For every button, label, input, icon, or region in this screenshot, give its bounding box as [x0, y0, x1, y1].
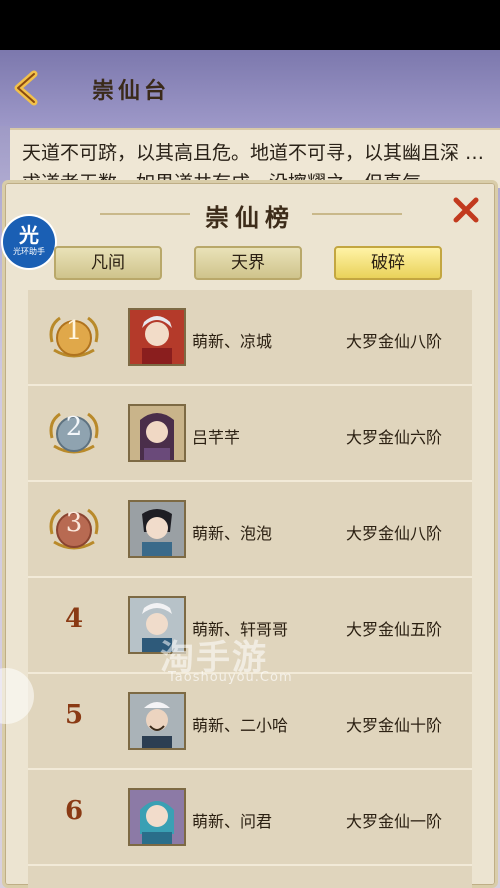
character-portrait-icon: [130, 406, 184, 460]
status-bar-area: [0, 0, 500, 50]
avatar: [128, 692, 186, 750]
character-portrait-icon: [130, 502, 184, 556]
player-level: 大罗金仙八阶: [346, 524, 443, 543]
character-portrait-icon: [130, 310, 184, 364]
tab-tianjie[interactable]: 天界: [194, 246, 302, 280]
rank-number: 3: [65, 508, 83, 538]
scene-title: 崇仙台: [92, 78, 171, 104]
player-level: 大罗金仙六阶: [346, 428, 443, 447]
avatar: [128, 308, 186, 366]
player-name: 吕芊芊: [192, 428, 241, 447]
player-level: 大罗金仙五阶: [346, 620, 443, 639]
tab-posui[interactable]: 破碎: [334, 246, 442, 280]
tab-fanjian[interactable]: 凡间: [54, 246, 162, 280]
scene-header: [0, 50, 500, 126]
rank-number: 4: [64, 604, 84, 634]
player-name: 萌新、问君: [192, 812, 273, 831]
app-assistant-badge[interactable]: 光 光环助手: [3, 216, 55, 268]
ranking-row[interactable]: 2 吕芊芊 大罗金仙六阶: [28, 386, 472, 482]
scroll-description: 天道不可跻，以其高且危。地道不可寻，以其幽且深 …求道者无数，如果道井有成…没擦…: [10, 128, 500, 188]
player-name: 萌新、泡泡: [192, 524, 273, 543]
character-portrait-icon: [130, 694, 184, 748]
tab-label: 破碎: [371, 253, 405, 273]
character-portrait-icon: [130, 790, 184, 844]
rank-number: 6: [64, 796, 84, 826]
rank-number: 2: [65, 412, 83, 442]
player-name: 萌新、二小哈: [192, 716, 289, 735]
avatar: [128, 788, 186, 846]
player-level: 大罗金仙一阶: [346, 812, 443, 831]
ranking-row[interactable]: 1 萌新、凉城 大罗金仙八阶: [28, 290, 472, 386]
avatar: [128, 404, 186, 462]
watermark-url: Taoshouyou.Com: [168, 670, 293, 685]
rank-number: 1: [65, 316, 83, 346]
rank-number: 5: [64, 700, 84, 730]
back-arrow-icon: [14, 70, 38, 106]
ranking-row[interactable]: 6 萌新、问君 大罗金仙一阶: [28, 770, 472, 866]
tab-label: 天界: [231, 253, 265, 273]
badge-label: 光环助手: [13, 247, 45, 256]
back-button[interactable]: [10, 68, 44, 108]
close-icon: [453, 197, 479, 223]
avatar: [128, 500, 186, 558]
player-level: 大罗金仙十阶: [346, 716, 443, 735]
ranking-row[interactable]: 3 萌新、泡泡 大罗金仙八阶: [28, 482, 472, 578]
tab-label: 凡间: [91, 253, 125, 273]
player-name: 萌新、凉城: [192, 332, 273, 351]
panel-title: 崇仙榜: [205, 203, 295, 232]
close-button[interactable]: [448, 192, 484, 228]
player-level: 大罗金仙八阶: [346, 332, 443, 351]
ranking-row[interactable]: 5 萌新、二小哈 大罗金仙十阶: [28, 674, 472, 770]
